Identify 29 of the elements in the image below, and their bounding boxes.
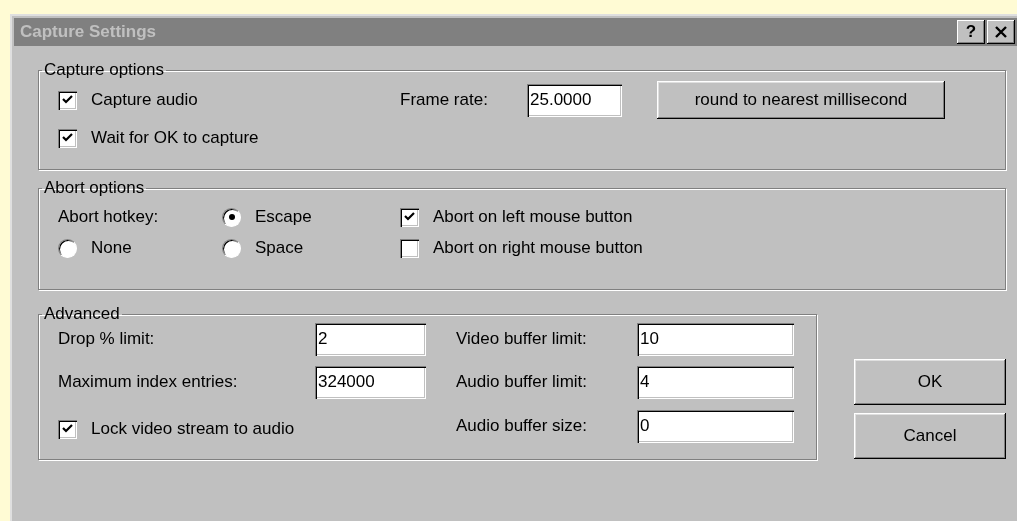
window-title: Capture Settings bbox=[20, 22, 158, 42]
radio-label: None bbox=[91, 238, 132, 258]
input-field[interactable]: 0 bbox=[637, 409, 794, 443]
checkbox-label: Lock video stream to audio bbox=[91, 419, 295, 439]
frame-rate-field[interactable]: 25.0000 bbox=[527, 83, 622, 117]
field-label: Drop % limit: bbox=[58, 329, 156, 349]
group-title: Advanced bbox=[43, 304, 121, 324]
checkbox-label: Abort on left mouse button bbox=[433, 207, 633, 227]
help-button[interactable]: ? bbox=[957, 20, 985, 44]
group-title: Abort options bbox=[43, 178, 146, 198]
input-field[interactable]: 10 bbox=[637, 322, 794, 356]
input-field[interactable]: 324000 bbox=[315, 365, 426, 399]
radio-label: Space bbox=[255, 238, 304, 258]
round-button[interactable]: round to nearest millisecond bbox=[657, 81, 945, 119]
field-label: Video buffer limit: bbox=[456, 329, 588, 349]
field-label: Maximum index entries: bbox=[58, 372, 239, 392]
cancel-button[interactable]: Cancel bbox=[854, 413, 1006, 459]
checkbox-label: Abort on right mouse button bbox=[433, 238, 643, 258]
radio-label: Escape bbox=[255, 207, 312, 227]
group-title: Capture options bbox=[43, 60, 166, 80]
field-label: Abort hotkey: bbox=[58, 207, 160, 227]
checkbox-label: Capture audio bbox=[91, 90, 198, 110]
input-field[interactable]: 2 bbox=[315, 322, 426, 356]
field-label: Frame rate: bbox=[400, 90, 489, 110]
field-label: Audio buffer limit: bbox=[456, 372, 589, 392]
input-field[interactable]: 4 bbox=[637, 365, 794, 399]
checkbox-label: Wait for OK to capture bbox=[91, 128, 259, 148]
ok-button[interactable]: OK bbox=[854, 359, 1006, 405]
field-label: Audio buffer size: bbox=[456, 416, 589, 436]
